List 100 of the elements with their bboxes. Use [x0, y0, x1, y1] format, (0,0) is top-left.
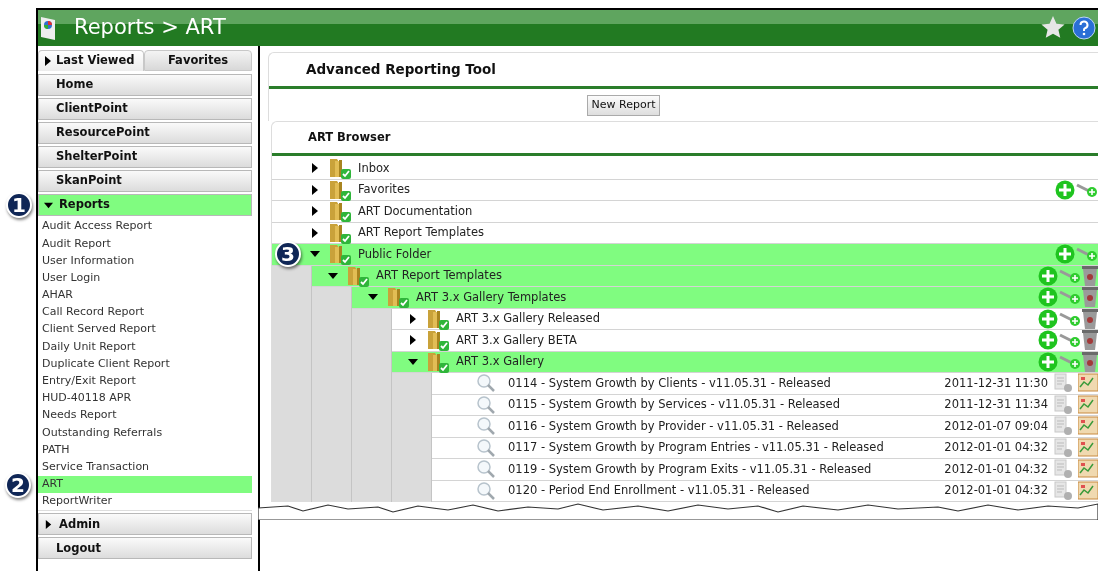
new-report-button[interactable]: New Report [586, 95, 661, 116]
search-icon[interactable] [476, 394, 496, 415]
chart-thumbnail-icon[interactable] [1078, 480, 1098, 501]
folder-row[interactable]: ART 3.x Gallery [392, 351, 1098, 373]
trash-icon[interactable] [1082, 286, 1098, 309]
trash-icon[interactable] [1082, 264, 1098, 287]
document-gear-icon[interactable] [1054, 480, 1074, 501]
nav-button[interactable]: ResourcePoint [38, 122, 252, 144]
report-row[interactable]: 0117 - System Growth by Program Entries - v11.05.31 - Released 2012-01-01 04:32 [432, 437, 1098, 459]
folder-name[interactable]: ART 3.x Gallery Templates [416, 288, 567, 306]
trash-icon[interactable] [1082, 329, 1098, 352]
expanded-arrow-icon[interactable] [408, 356, 418, 367]
nav-button[interactable]: SkanPoint [38, 170, 252, 192]
report-name[interactable]: 0120 - Period End Enrollment - v11.05.31 - Released [508, 482, 810, 500]
report-row[interactable]: 0120 - Period End Enrollment - v11.05.31 - Released 2012-01-01 04:32 [432, 480, 1098, 502]
help-icon[interactable] [1072, 16, 1096, 40]
collapsed-arrow-icon[interactable] [310, 227, 320, 238]
search-icon[interactable] [476, 480, 496, 501]
callout-badge: 2 [5, 471, 31, 498]
add-icon[interactable] [1038, 265, 1058, 286]
collapsed-arrow-icon[interactable] [310, 184, 320, 195]
collapsed-arrow-icon[interactable] [408, 335, 418, 346]
folder-name[interactable]: ART 3.x Gallery Released [456, 310, 600, 328]
report-name[interactable]: 0114 - System Growth by Clients - v11.05.31 - Released [508, 374, 831, 392]
report-name[interactable]: 0119 - System Growth by Program Exits - v11.05.31 - Released [508, 460, 872, 478]
folder-check-icon [328, 221, 352, 244]
report-date: 2012-01-01 04:32 [944, 439, 1048, 457]
folder-name[interactable]: ART 3.x Gallery BETA [456, 331, 577, 349]
key-icon[interactable] [1076, 181, 1098, 198]
document-gear-icon[interactable] [1054, 416, 1074, 437]
folder-row[interactable]: ART Report Templates [272, 222, 1098, 244]
search-icon[interactable] [476, 459, 496, 480]
folder-check-icon [386, 286, 410, 309]
report-date: 2011-12-31 11:30 [944, 374, 1048, 392]
add-icon[interactable] [1038, 308, 1058, 329]
folder-name[interactable]: ART Report Templates [376, 267, 502, 285]
document-gear-icon[interactable] [1054, 437, 1074, 458]
search-icon[interactable] [476, 416, 496, 437]
folder-name[interactable]: Public Folder [358, 245, 432, 263]
folder-row[interactable]: ART 3.x Gallery BETA [392, 330, 1098, 352]
nav-button[interactable]: Logout [38, 537, 252, 560]
nav-button[interactable]: ClientPoint [38, 98, 252, 120]
folder-name[interactable]: ART Report Templates [358, 224, 484, 242]
collapsed-arrow-icon [44, 519, 53, 529]
report-row[interactable]: 0119 - System Growth by Program Exits - v11.05.31 - Released 2012-01-01 04:32 [432, 459, 1098, 481]
add-icon[interactable] [1038, 330, 1058, 351]
report-row[interactable]: 0114 - System Growth by Clients - v11.05.31 - Released 2011-12-31 11:30 [432, 373, 1098, 395]
chart-thumbnail-icon[interactable] [1078, 394, 1098, 415]
nav-button[interactable]: ShelterPoint [38, 146, 252, 168]
folder-row[interactable]: ART 3.x Gallery Released [392, 308, 1098, 330]
report-row[interactable]: 0116 - System Growth by Provider - v11.05.31 - Released 2012-01-07 09:04 [432, 416, 1098, 438]
folder-row[interactable]: ART Report Templates [312, 265, 1098, 287]
document-gear-icon[interactable] [1054, 373, 1074, 394]
folder-row[interactable]: Favorites [272, 179, 1098, 201]
chart-thumbnail-icon[interactable] [1078, 437, 1098, 458]
add-icon[interactable] [1055, 179, 1075, 200]
add-icon[interactable] [1055, 244, 1075, 265]
folder-name[interactable]: ART Documentation [358, 202, 473, 220]
sidebar-tab[interactable]: Last Viewed [38, 50, 144, 71]
page-title: Reports > ART [74, 14, 226, 42]
collapsed-arrow-icon[interactable] [310, 206, 320, 217]
chart-thumbnail-icon[interactable] [1078, 416, 1098, 437]
search-icon[interactable] [476, 373, 496, 394]
page-heading: Advanced Reporting Tool [269, 53, 1098, 89]
callout-badge: 1 [6, 192, 32, 218]
report-date: 2012-01-07 09:04 [944, 417, 1048, 435]
key-icon[interactable] [1059, 310, 1081, 327]
folder-name[interactable]: Inbox [358, 159, 390, 177]
folder-name[interactable]: Favorites [358, 181, 410, 199]
folder-check-icon [328, 178, 352, 201]
nav-button[interactable]: Home [38, 74, 252, 96]
key-icon[interactable] [1059, 332, 1081, 349]
trash-icon[interactable] [1082, 350, 1098, 373]
nav-section-header[interactable]: Admin [38, 513, 252, 536]
trash-icon[interactable] [1082, 307, 1098, 330]
add-icon[interactable] [1038, 287, 1058, 308]
search-icon[interactable] [476, 437, 496, 458]
folder-check-icon [346, 264, 370, 287]
chart-thumbnail-icon[interactable] [1078, 373, 1098, 394]
collapsed-arrow-icon[interactable] [408, 313, 418, 324]
expanded-arrow-icon[interactable] [328, 270, 338, 281]
report-name[interactable]: 0116 - System Growth by Provider - v11.05.31 - Released [508, 417, 839, 435]
key-icon[interactable] [1076, 246, 1098, 263]
folder-row[interactable]: Inbox [272, 158, 1098, 180]
report-name[interactable]: 0115 - System Growth by Services - v11.05.31 - Released [508, 396, 840, 414]
document-gear-icon[interactable] [1054, 459, 1074, 480]
add-icon[interactable] [1038, 351, 1058, 372]
folder-name[interactable]: ART 3.x Gallery [456, 353, 545, 371]
folder-row[interactable]: ART 3.x Gallery Templates [352, 287, 1098, 309]
folder-row[interactable]: 3 Public Folder [272, 244, 1098, 266]
sidebar-tab[interactable]: Favorites [144, 50, 252, 71]
document-gear-icon[interactable] [1054, 394, 1074, 415]
key-icon[interactable] [1059, 267, 1081, 284]
report-row[interactable]: 0115 - System Growth by Services - v11.05.31 - Released 2011-12-31 11:34 [432, 394, 1098, 416]
collapsed-arrow-icon[interactable] [310, 163, 320, 174]
chart-thumbnail-icon[interactable] [1078, 459, 1098, 480]
expanded-arrow-icon [44, 200, 53, 210]
folder-row[interactable]: ART Documentation [272, 201, 1098, 223]
callout-badge: 3 [275, 241, 301, 267]
report-name[interactable]: 0117 - System Growth by Program Entries - v11.05.31 - Released [508, 439, 884, 457]
